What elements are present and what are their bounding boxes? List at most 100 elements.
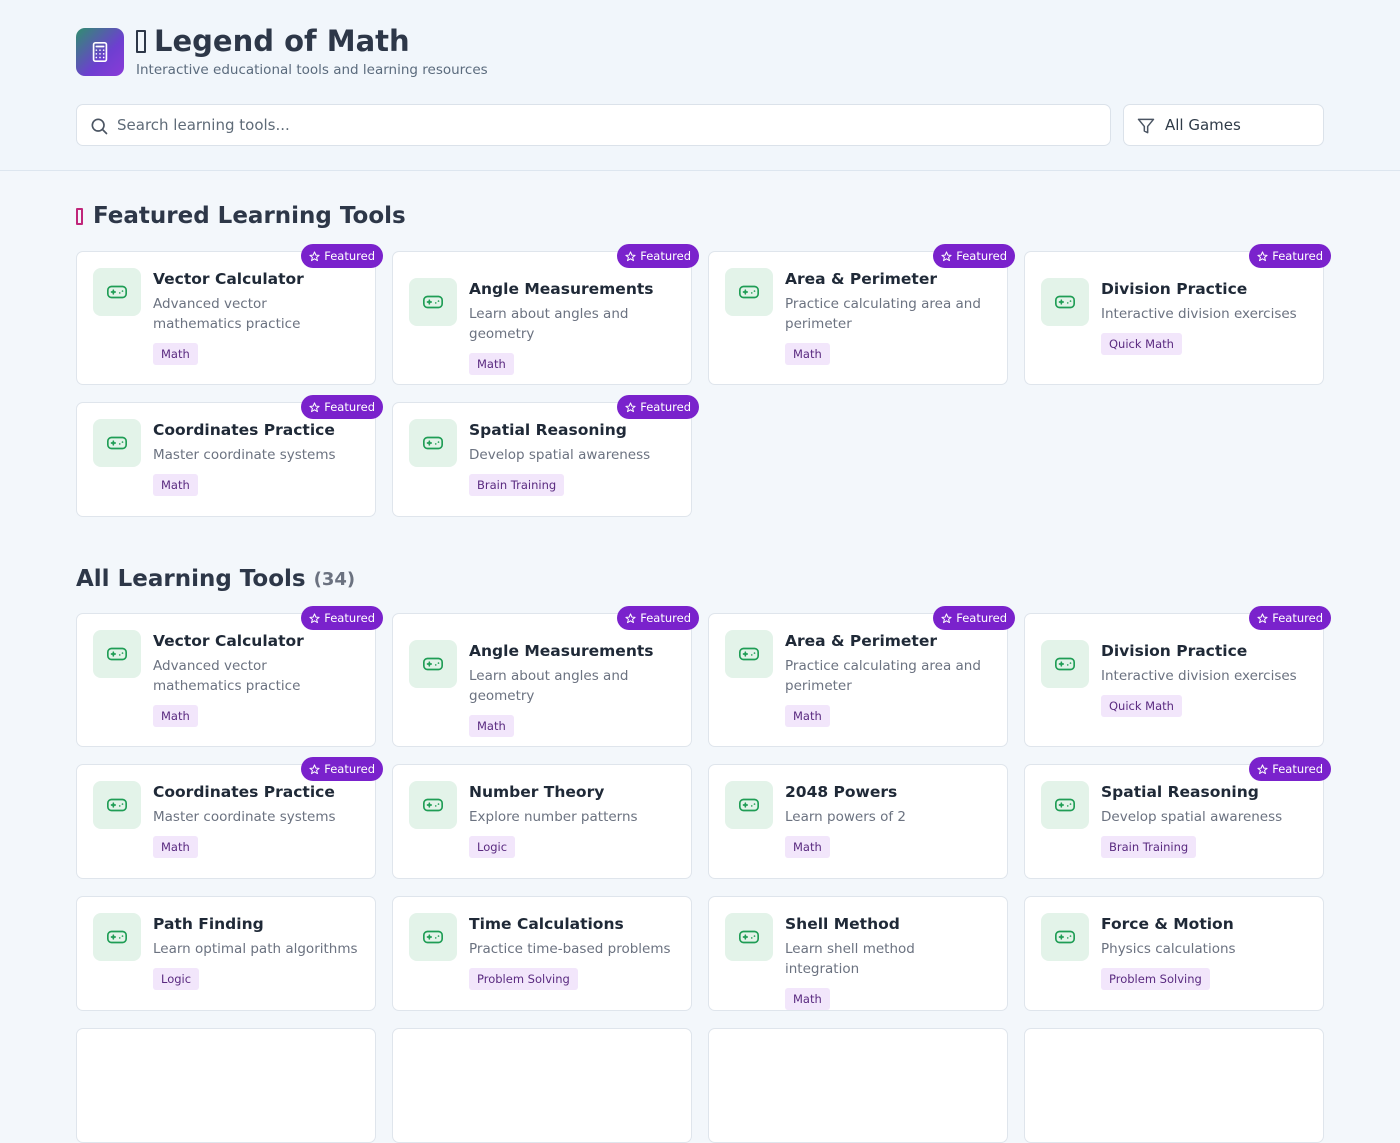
star-icon [309,250,320,261]
featured-section-title: Featured Learning Tools [76,203,406,229]
tool-description: Learn about angles and geometry [469,306,629,342]
all-section-title-text: All Learning Tools [76,566,306,592]
category-tag[interactable]: Math [785,988,830,1010]
category-tag[interactable]: Math [153,836,198,858]
featured-badge-label: Featured [956,611,1007,625]
featured-badge: Featured [617,244,699,268]
star-icon [1257,250,1268,261]
tool-title: Spatial Reasoning [1101,783,1259,801]
tool-title: Number Theory [469,783,605,801]
featured-badge-label: Featured [324,611,375,625]
tool-icon [1041,913,1089,961]
category-tag[interactable]: Logic [469,836,516,858]
tool-card[interactable]: Division Practice Interactive division ex… [1024,606,1331,747]
category-tag[interactable]: Quick Math [1101,333,1182,355]
category-tag[interactable]: Math [469,715,514,737]
tool-card-body: Spatial Reasoning Develop spatial awarene… [1101,781,1307,858]
tool-card-body: Number Theory Explore number patterns Logi… [469,781,675,858]
tool-card[interactable]: Force & Motion Physics calculations Proble… [1024,896,1324,1011]
featured-badge-label: Featured [1272,249,1323,263]
tool-card[interactable]: Vector Calculator Advanced vector mathema… [76,606,383,747]
gamepad-icon [739,285,759,299]
featured-badge: Featured [301,244,383,268]
category-tag[interactable]: Math [469,353,514,375]
tool-description: Advanced vector mathematics practice [153,296,301,332]
tool-icon [93,419,141,467]
gamepad-icon [423,657,443,671]
tool-title: Path Finding [153,915,264,933]
tool-description: Master coordinate systems [153,447,336,463]
gamepad-icon [1055,930,1075,944]
category-tag[interactable]: Brain Training [469,474,565,496]
star-icon [309,763,320,774]
tool-card[interactable]: Path Finding Learn optimal path algorithm… [76,896,376,1011]
category-tag[interactable]: Problem Solving [469,968,578,990]
category-tag[interactable]: Math [785,836,830,858]
category-tag[interactable]: Math [785,343,830,365]
star-icon [941,250,952,261]
star-icon [625,401,636,412]
tool-card[interactable] [708,1028,1008,1143]
featured-badge-label: Featured [1272,611,1323,625]
tool-card[interactable]: Area & Perimeter Practice calculating are… [708,606,1015,747]
gamepad-icon [423,930,443,944]
tool-icon [725,913,773,961]
tool-card[interactable] [76,1028,376,1143]
tool-card[interactable]: Angle Measurements Learn about angles and… [392,244,699,385]
tool-card-body: Vector Calculator Advanced vector mathema… [153,268,359,365]
star-icon [1257,612,1268,623]
tool-card[interactable] [392,1028,692,1143]
featured-section-title-text: Featured Learning Tools [93,203,406,229]
tool-icon [409,781,457,829]
tool-icon [93,781,141,829]
tool-card[interactable]: Spatial Reasoning Develop spatial awarene… [1024,757,1331,879]
tool-card[interactable]: Time Calculations Practice time-based pro… [392,896,692,1011]
category-tag[interactable]: Quick Math [1101,695,1182,717]
all-section-title: All Learning Tools (34) [76,566,355,592]
tool-card[interactable]: Coordinates Practice Master coordinate sy… [76,395,383,517]
tool-card[interactable]: Shell Method Learn shell method integrati… [708,896,1008,1011]
tool-card-body: Angle Measurements Learn about angles and… [469,640,675,737]
featured-badge: Featured [301,757,383,781]
tool-card[interactable]: Number Theory Explore number patterns Logi… [392,764,692,879]
category-tag[interactable]: Brain Training [1101,836,1197,858]
missing-glyph-icon [136,29,146,53]
featured-badge-label: Featured [956,249,1007,263]
search-icon [91,118,108,135]
featured-badge-label: Featured [324,400,375,414]
tool-card[interactable]: Spatial Reasoning Develop spatial awarene… [392,395,699,517]
category-tag[interactable]: Problem Solving [1101,968,1210,990]
featured-badge-label: Featured [640,611,691,625]
category-tag[interactable]: Math [153,705,198,727]
category-tag[interactable]: Math [153,474,198,496]
search-bar[interactable] [76,104,1111,146]
tool-title: Coordinates Practice [153,421,335,439]
tool-icon [1041,640,1089,688]
tool-description: Develop spatial awareness [469,447,651,463]
tool-description: Learn shell method integration [785,941,915,977]
tool-title: Shell Method [785,915,900,933]
tool-icon [409,913,457,961]
category-tag[interactable]: Math [153,343,198,365]
star-icon [625,612,636,623]
tool-card[interactable]: Area & Perimeter Practice calculating are… [708,244,1015,385]
tool-title: Angle Measurements [469,280,654,298]
tool-card[interactable]: Coordinates Practice Master coordinate sy… [76,757,383,879]
featured-badge-label: Featured [1272,762,1323,776]
featured-badge: Featured [617,395,699,419]
tool-title: Time Calculations [469,915,624,933]
tool-card[interactable] [1024,1028,1324,1143]
tool-card[interactable]: 2048 Powers Learn powers of 2 Math [708,764,1008,879]
tool-title: Area & Perimeter [785,632,937,650]
tool-card[interactable]: Division Practice Interactive division ex… [1024,244,1331,385]
category-filter-select[interactable]: All Games [1123,104,1324,146]
tool-description: Learn about angles and geometry [469,668,629,704]
category-tag[interactable]: Logic [153,968,200,990]
category-tag[interactable]: Math [785,705,830,727]
tool-description: Interactive division exercises [1101,306,1297,322]
tool-card[interactable]: Angle Measurements Learn about angles and… [392,606,699,747]
featured-badge-label: Featured [324,249,375,263]
search-input[interactable] [117,106,1097,144]
page-title: Legend of Math [136,24,410,58]
tool-card[interactable]: Vector Calculator Advanced vector mathema… [76,244,383,385]
